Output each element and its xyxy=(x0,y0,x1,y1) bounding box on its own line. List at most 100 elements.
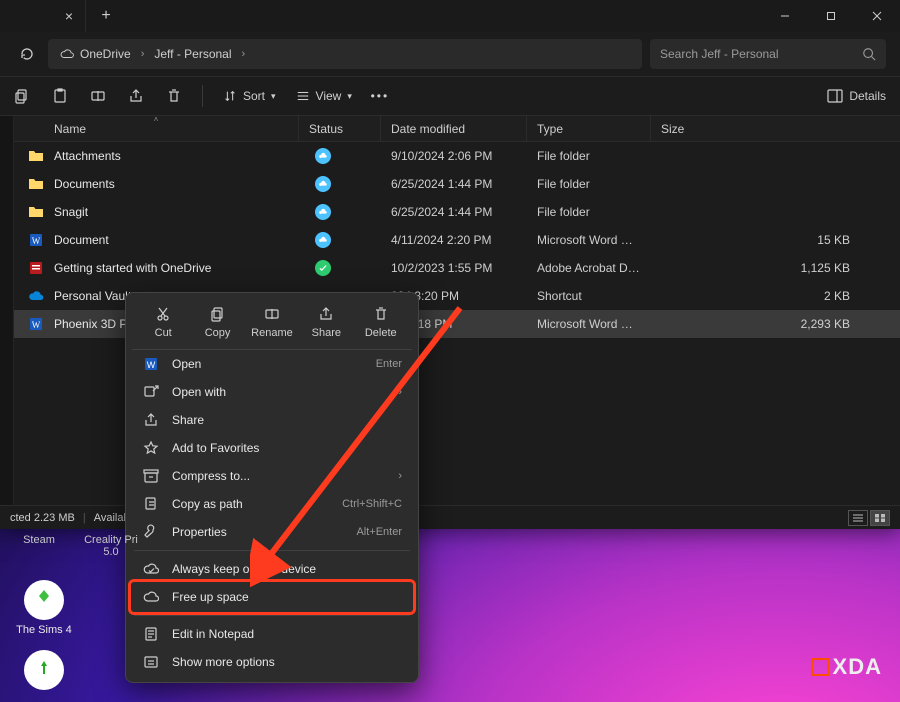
ctx-open-item[interactable]: WOpenEnter xyxy=(132,350,412,378)
hotkey-label: Enter xyxy=(376,358,402,370)
breadcrumb-root[interactable]: OneDrive xyxy=(56,47,135,61)
ctx-showmore-item[interactable]: Show more options xyxy=(132,648,412,676)
view-mode-toggle[interactable] xyxy=(848,510,890,526)
maximize-button[interactable] xyxy=(808,0,854,32)
file-size: 2,293 KB xyxy=(651,317,900,331)
file-type-icon: W xyxy=(28,232,44,248)
column-status[interactable]: Status xyxy=(299,116,381,141)
view-icon xyxy=(296,89,310,103)
column-size[interactable]: Size xyxy=(651,116,900,141)
ctx-share-item[interactable]: Share xyxy=(132,406,412,434)
table-row[interactable]: Documents6/25/2024 1:44 PMFile folder xyxy=(14,170,900,198)
column-type[interactable]: Type xyxy=(527,116,651,141)
file-date: 10/2/2023 1:55 PM xyxy=(381,261,527,275)
file-type: Adobe Acrobat Docu… xyxy=(527,261,651,275)
new-copy-icon[interactable] xyxy=(14,88,30,104)
file-date: 9/10/2024 2:06 PM xyxy=(381,149,527,163)
address-bar[interactable]: OneDrive › Jeff - Personal › xyxy=(48,39,642,69)
file-type: Shortcut xyxy=(527,289,651,303)
chevron-down-icon: ▾ xyxy=(347,91,352,102)
rename-icon[interactable] xyxy=(90,88,106,104)
sort-dropdown[interactable]: Sort ▾ xyxy=(223,89,276,103)
chevron-down-icon: ▾ xyxy=(271,91,276,102)
new-tab-button[interactable]: + xyxy=(86,0,126,32)
share-icon[interactable] xyxy=(128,88,144,104)
minimize-button[interactable] xyxy=(762,0,808,32)
table-row[interactable]: Snagit 6/25/2024 1:44 PMFile folder xyxy=(14,198,900,226)
file-name: Personal Vault xyxy=(54,289,131,303)
tab-close-icon[interactable]: × xyxy=(65,9,73,23)
refresh-button[interactable] xyxy=(14,41,40,67)
file-date: 6/25/2024 1:44 PM xyxy=(381,205,527,219)
view-large-icon[interactable] xyxy=(870,510,890,526)
openwith-icon xyxy=(142,384,160,400)
table-row[interactable]: Attachments9/10/2024 2:06 PMFile folder xyxy=(14,142,900,170)
address-bar-row: OneDrive › Jeff - Personal › Search Jeff… xyxy=(0,32,900,76)
details-pane-icon xyxy=(827,89,843,103)
desktop-icon-shortcut[interactable] xyxy=(12,650,76,694)
status-synced-icon xyxy=(315,260,331,276)
ctx-copy-button[interactable]: Copy xyxy=(192,305,244,339)
file-type-icon: W xyxy=(28,316,44,332)
file-name: Document xyxy=(54,233,109,247)
breadcrumb-item[interactable]: Jeff - Personal xyxy=(150,47,235,61)
chevron-right-icon: › xyxy=(242,48,246,60)
ctx-freeup-item[interactable]: Free up space xyxy=(132,583,412,611)
view-details-icon[interactable] xyxy=(848,510,868,526)
ctx-compress-item[interactable]: Compress to...› xyxy=(132,462,412,490)
copy-icon xyxy=(210,305,226,323)
svg-text:W: W xyxy=(32,236,41,246)
file-name: Documents xyxy=(54,177,115,191)
cloud-icon xyxy=(60,47,74,61)
hotkey-label: Ctrl+Shift+C xyxy=(342,498,402,510)
notepad-icon xyxy=(142,626,160,642)
status-cloud-icon xyxy=(315,176,331,192)
paste-icon[interactable] xyxy=(52,88,68,104)
hotkey-label: Alt+Enter xyxy=(356,526,402,538)
svg-text:W: W xyxy=(147,360,156,370)
taskbar-item[interactable]: Steam xyxy=(8,534,70,558)
ctx-copypath-item[interactable]: Copy as pathCtrl+Shift+C xyxy=(132,490,412,518)
more-options-button[interactable]: ••• xyxy=(372,88,388,104)
file-name: Attachments xyxy=(54,149,121,163)
ctx-cut-button[interactable]: Cut xyxy=(137,305,189,339)
column-date[interactable]: Date modified xyxy=(381,116,527,141)
file-type-icon xyxy=(28,176,44,192)
taskbar-item[interactable]: Creality Pri 5.0 xyxy=(80,534,142,558)
ctx-rename-button[interactable]: Rename xyxy=(246,305,298,339)
ctx-properties-item[interactable]: PropertiesAlt+Enter xyxy=(132,518,412,546)
view-dropdown[interactable]: View ▾ xyxy=(296,89,352,103)
desktop-icon-sims4[interactable]: The Sims 4 xyxy=(12,580,76,636)
file-name: Getting started with OneDrive xyxy=(54,261,211,275)
ctx-delete-button[interactable]: Delete xyxy=(355,305,407,339)
column-name[interactable]: Name˄ xyxy=(14,116,299,141)
file-type: File folder xyxy=(527,205,651,219)
copypath-icon xyxy=(142,496,160,512)
close-window-button[interactable] xyxy=(854,0,900,32)
cloudcheck-icon xyxy=(142,561,160,577)
ctx-favorites-item[interactable]: Add to Favorites xyxy=(132,434,412,462)
file-type: File folder xyxy=(527,177,651,191)
chevron-right-icon: › xyxy=(398,386,402,398)
ctx-openwith-item[interactable]: Open with› xyxy=(132,378,412,406)
file-size: 2 KB xyxy=(651,289,900,303)
delete-icon[interactable] xyxy=(166,88,182,104)
active-tab[interactable]: × xyxy=(0,0,86,32)
ctx-share-button[interactable]: Share xyxy=(300,305,352,339)
table-row[interactable]: WDocument4/11/2024 2:20 PMMicrosoft Word… xyxy=(14,226,900,254)
ctx-alwayskeep-item[interactable]: Always keep on this device xyxy=(132,555,412,583)
status-cloud-icon xyxy=(315,204,331,220)
chevron-right-icon: › xyxy=(141,48,145,60)
status-selection: cted 2.23 MB xyxy=(10,512,75,524)
share-icon xyxy=(318,305,334,323)
file-type-icon xyxy=(28,204,44,220)
search-box[interactable]: Search Jeff - Personal xyxy=(650,39,886,69)
ctx-editnotepad-item[interactable]: Edit in Notepad xyxy=(132,620,412,648)
file-type-icon xyxy=(28,260,44,276)
archive-icon xyxy=(142,468,160,484)
sort-icon xyxy=(223,89,237,103)
file-name: Snagit xyxy=(54,205,88,219)
table-row[interactable]: Getting started with OneDrive 10/2/2023 1… xyxy=(14,254,900,282)
details-pane-toggle[interactable]: Details xyxy=(827,89,886,103)
nav-tree-collapsed[interactable] xyxy=(0,116,14,505)
